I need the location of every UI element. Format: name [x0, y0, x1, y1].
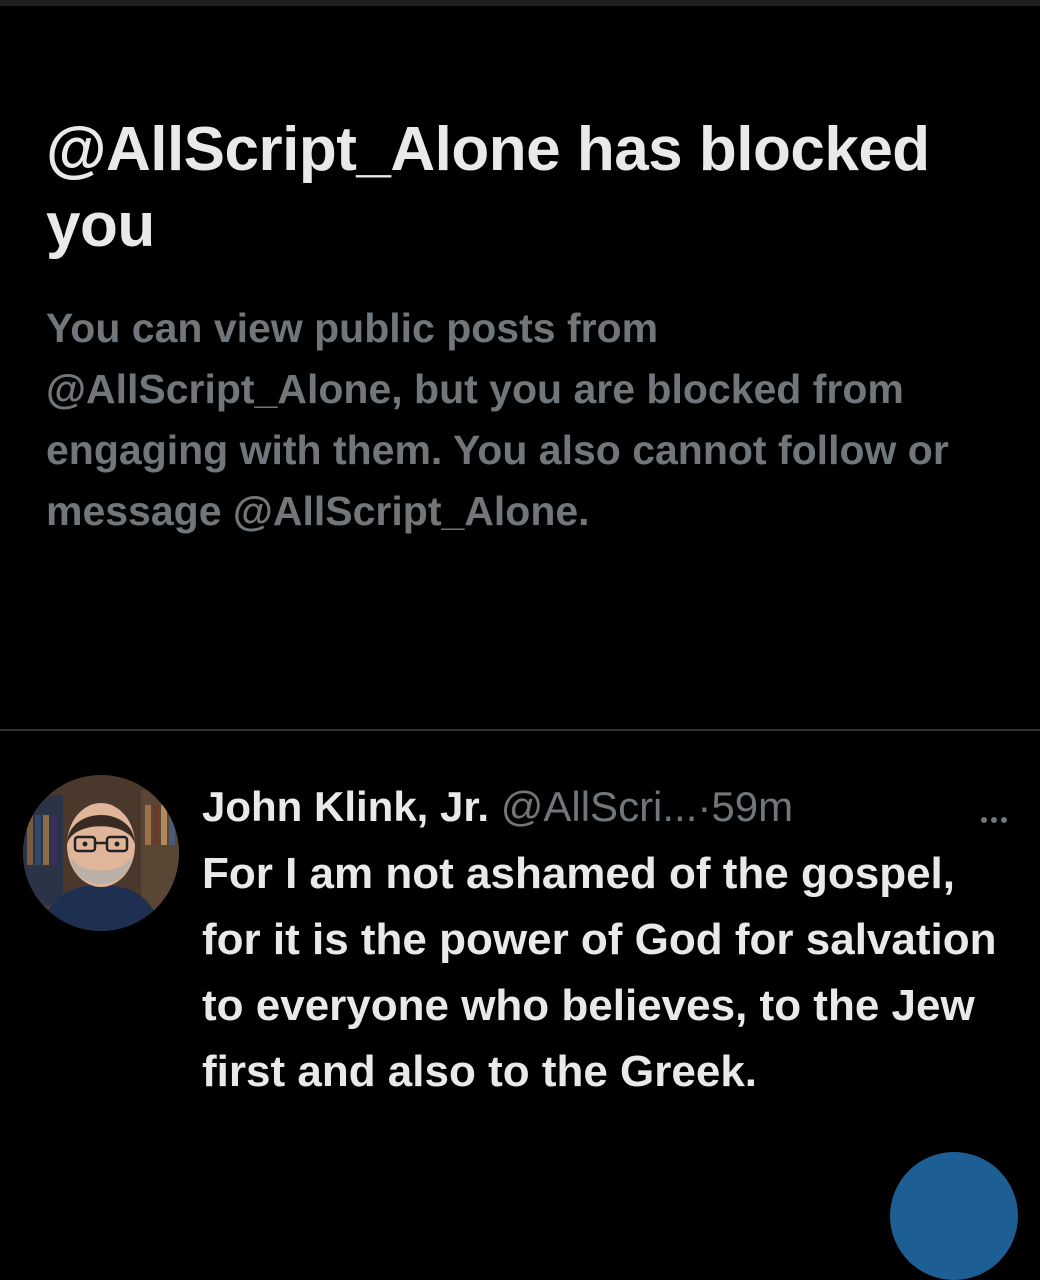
- blocked-notice: @AllScript_Alone has blocked you You can…: [46, 112, 1006, 542]
- avatar[interactable]: [23, 775, 179, 931]
- author-handle[interactable]: @AllScri...: [501, 783, 698, 830]
- post-text: For I am not ashamed of the gospel, for …: [202, 849, 997, 1096]
- meta-separator: ·: [697, 783, 712, 830]
- blocked-title: @AllScript_Alone has blocked you: [46, 115, 930, 260]
- compose-button[interactable]: [890, 1152, 1018, 1280]
- post-header: John Klink, Jr. @AllScri...·59m: [202, 779, 1022, 835]
- post-item[interactable]: John Klink, Jr. @AllScri...·59m For I am…: [0, 731, 1040, 1200]
- more-horizontal-icon[interactable]: [972, 793, 1016, 823]
- blocked-description: You can view public posts from @AllScrip…: [46, 305, 949, 534]
- top-divider: [0, 0, 1040, 6]
- author-name[interactable]: John Klink, Jr.: [202, 783, 489, 830]
- post-timestamp[interactable]: 59m: [711, 783, 793, 830]
